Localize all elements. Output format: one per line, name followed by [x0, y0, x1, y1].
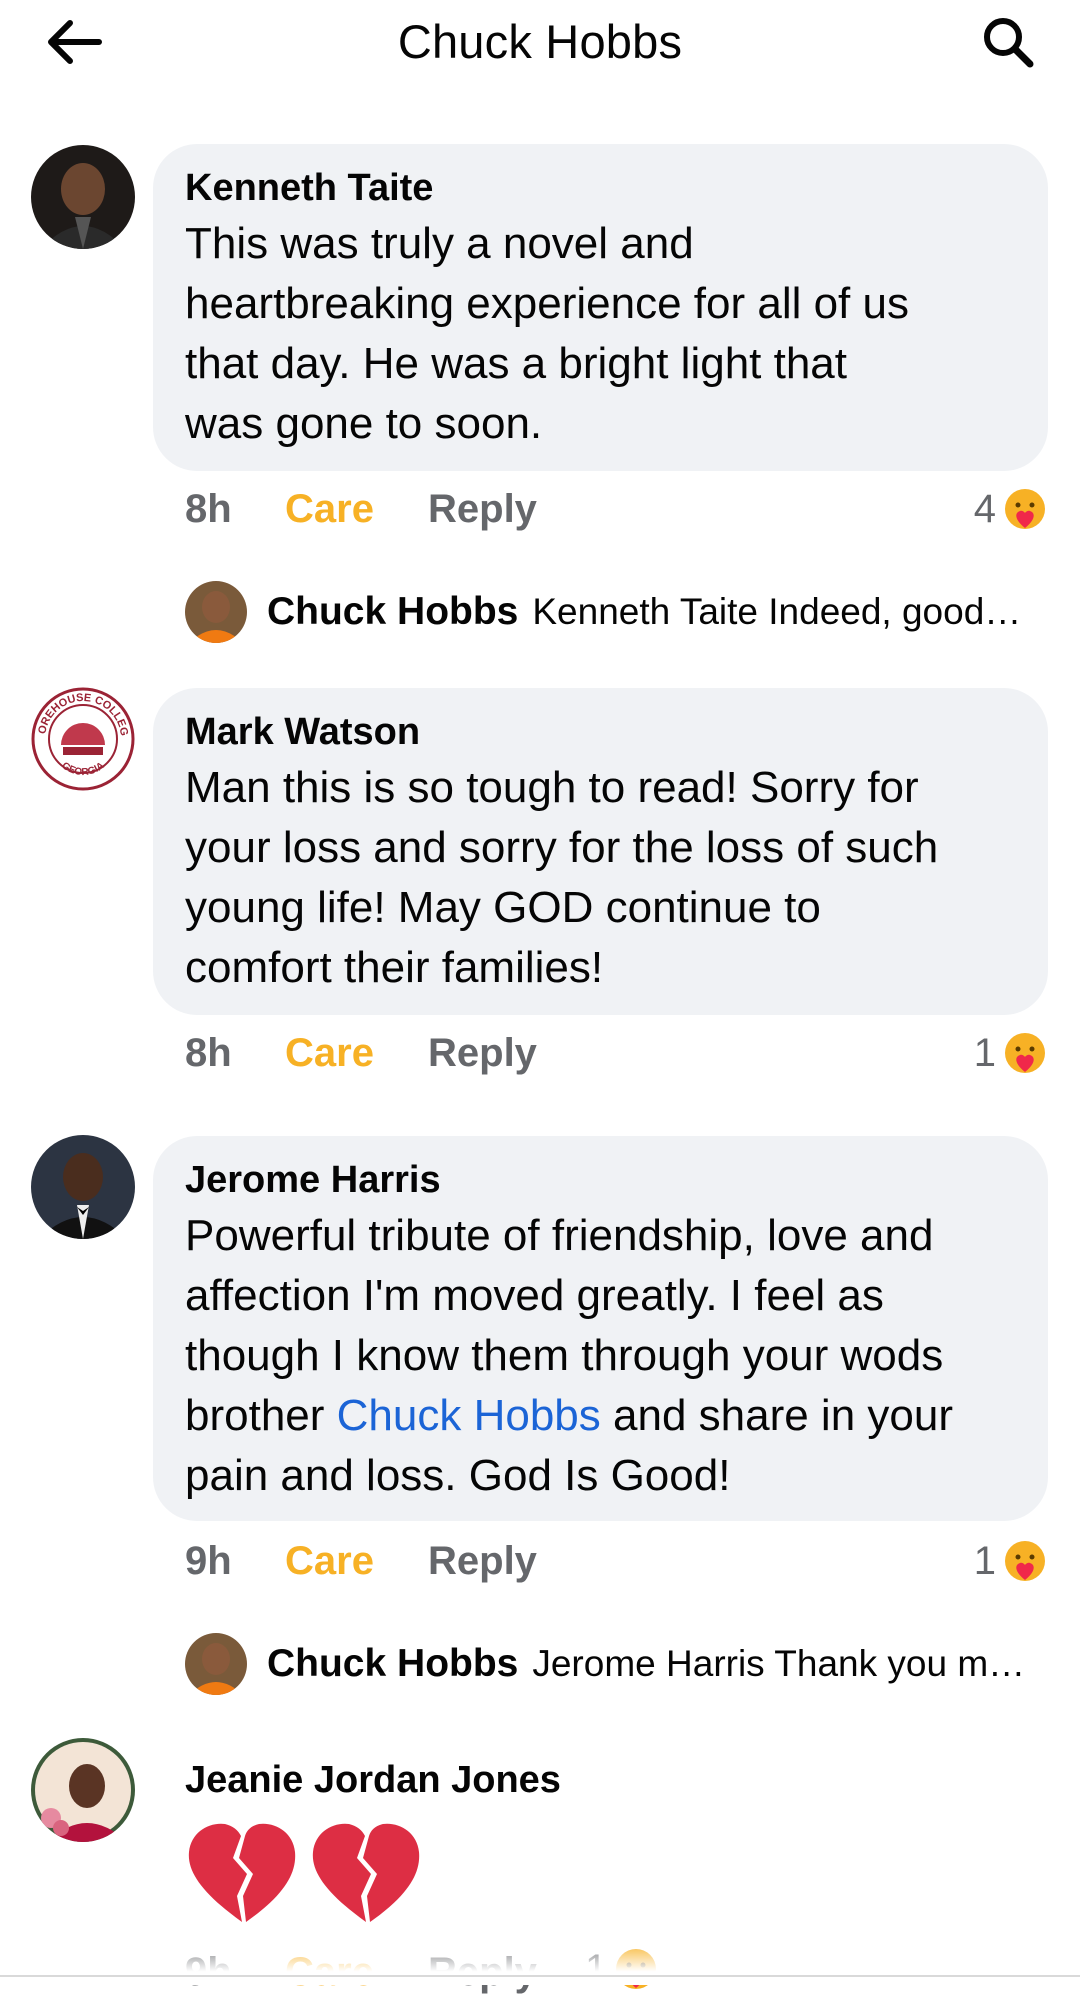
comment-time: 9h [185, 1539, 232, 1583]
divider [0, 1975, 1080, 1977]
comment-text: Man this is so tough to read! Sorry for … [185, 763, 939, 992]
comment-time: 8h [185, 487, 232, 531]
reply-preview[interactable]: Chuck Hobbs Jerome Harris Thank you m… [185, 1633, 1045, 1695]
reply-button[interactable]: Reply [428, 487, 537, 532]
page-title: Chuck Hobbs [397, 15, 683, 68]
reply-button[interactable]: Reply [428, 1539, 537, 1584]
search-button[interactable] [972, 12, 1044, 72]
comment-bubble: Jerome Harris Powerful tribute of friend… [153, 1136, 1048, 1521]
comment-author[interactable]: Jeanie Jordan Jones [185, 1758, 561, 1802]
care-reaction-icon [1005, 489, 1045, 529]
reply-text: Jerome Harris Thank you m… [532, 1643, 1026, 1684]
care-reaction-icon [1005, 1541, 1045, 1581]
avatar[interactable] [31, 1135, 135, 1239]
avatar[interactable]: MOREHOUSE COLLEGE GEORGIA [31, 687, 135, 791]
bottom-fade [0, 1940, 1080, 1985]
reply-author[interactable]: Chuck Hobbs [267, 1642, 518, 1686]
avatar[interactable] [185, 1633, 247, 1695]
care-button[interactable]: Care [285, 1031, 374, 1076]
broken-heart-icon [312, 1823, 420, 1922]
comment-author[interactable]: Kenneth Taite [185, 166, 1016, 210]
comment-time: 8h [185, 1031, 232, 1075]
reaction-count[interactable]: 4 [974, 484, 1048, 534]
search-icon [984, 18, 1034, 68]
care-button[interactable]: Care [285, 487, 374, 532]
top-bar: Chuck Hobbs [0, 0, 1080, 100]
comment-bubble: Kenneth Taite This was truly a novel and… [153, 144, 1048, 471]
avatar[interactable] [31, 145, 135, 249]
reply-button[interactable]: Reply [428, 1031, 537, 1076]
comment-text: This was truly a novel and heartbreaking… [185, 219, 909, 448]
comment-bubble: Mark Watson Man this is so tough to read… [153, 688, 1048, 1015]
comment-author[interactable]: Jerome Harris [185, 1158, 1016, 1202]
broken-heart-icon [188, 1823, 296, 1922]
reply-author[interactable]: Chuck Hobbs [267, 590, 518, 634]
reaction-count[interactable]: 1 [974, 1028, 1048, 1078]
mention-link[interactable]: Chuck Hobbs [337, 1391, 601, 1440]
reply-preview[interactable]: Chuck Hobbs Kenneth Taite Indeed, good… [185, 581, 1045, 643]
care-button[interactable]: Care [285, 1539, 374, 1584]
avatar[interactable] [185, 581, 247, 643]
comment-author[interactable]: Mark Watson [185, 710, 1016, 754]
comment-text: Powerful tribute of friendship, love and… [185, 1211, 953, 1500]
reply-text: Kenneth Taite Indeed, good… [532, 591, 1022, 632]
comment-emoji [183, 1818, 425, 1928]
reaction-count[interactable]: 1 [974, 1536, 1048, 1586]
avatar[interactable] [31, 1738, 135, 1842]
care-reaction-icon [1005, 1033, 1045, 1073]
